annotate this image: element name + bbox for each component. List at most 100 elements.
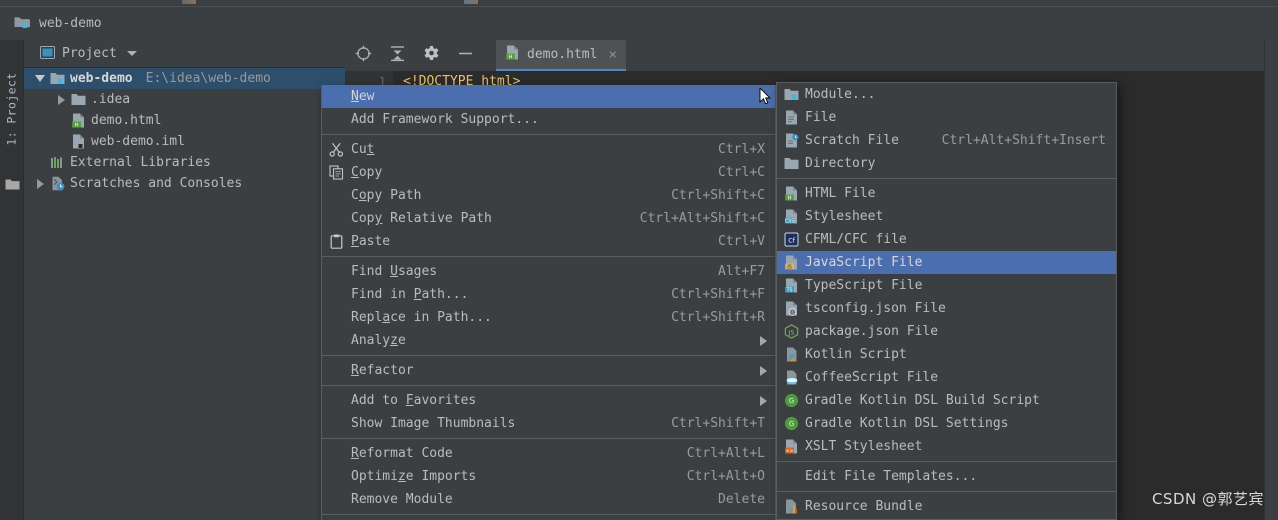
menu-item-shortcut: Ctrl+Shift+F bbox=[671, 287, 765, 302]
context-menu[interactable]: New Add Framework Support... Cut Ctrl+X Copy… bbox=[321, 85, 776, 520]
menu-item-add-to-favorites[interactable]: Add to Favorites bbox=[322, 389, 775, 412]
menu-item-label: Refactor bbox=[351, 363, 414, 378]
svg-text:CSS: CSS bbox=[784, 218, 793, 224]
menu-item-optimize-imports[interactable]: Optimize Imports Ctrl+Alt+O bbox=[322, 465, 775, 488]
settings-gear-icon[interactable] bbox=[423, 45, 440, 66]
module-folder-icon bbox=[14, 14, 31, 33]
tree-row[interactable]: External Libraries bbox=[24, 152, 345, 173]
folder-icon bbox=[69, 92, 87, 107]
folder-icon[interactable] bbox=[5, 176, 20, 190]
iml-file-icon bbox=[69, 134, 87, 149]
menu-item-label: TypeScript File bbox=[805, 278, 923, 293]
libraries-icon bbox=[48, 155, 66, 170]
menu-item-javascript-file[interactable]: JS JavaScript File bbox=[777, 251, 1116, 274]
menu-item-coffeescript-file[interactable]: CoffeeScript File bbox=[777, 366, 1116, 389]
tree-row-label: .idea bbox=[91, 92, 131, 107]
project-tree[interactable]: web-demo E:\idea\web-demo .idea Hdemo.html w… bbox=[24, 68, 345, 194]
menu-item-remove-module[interactable]: Remove Module Delete bbox=[322, 488, 775, 511]
menu-item-file[interactable]: File bbox=[777, 106, 1116, 129]
menu-item-new[interactable]: New bbox=[322, 85, 775, 108]
cut-scissors-icon bbox=[322, 142, 351, 157]
html-file-icon: H bbox=[69, 113, 87, 128]
menu-separator bbox=[322, 514, 775, 515]
svg-text:Cf: Cf bbox=[788, 238, 795, 245]
menu-item-paste[interactable]: Paste Ctrl+V bbox=[322, 230, 775, 253]
menu-item-xslt-stylesheet[interactable]: <> XSLT Stylesheet bbox=[777, 435, 1116, 458]
tree-row[interactable]: web-demo E:\idea\web-demo bbox=[24, 68, 345, 89]
menu-item-gradle-kotlin-dsl-settings[interactable]: G Gradle Kotlin DSL Settings bbox=[777, 412, 1116, 435]
menu-item-find-in-path[interactable]: Find in Path... Ctrl+Shift+F bbox=[322, 283, 775, 306]
svg-text:G: G bbox=[788, 420, 793, 428]
tree-row[interactable]: .idea bbox=[24, 89, 345, 110]
editor-right-margin bbox=[1264, 40, 1278, 520]
menu-item-label: Find in Path... bbox=[351, 287, 469, 302]
js-file-icon: JS bbox=[777, 255, 805, 270]
menu-item-copy-relative-path[interactable]: Copy Relative Path Ctrl+Alt+Shift+C bbox=[322, 207, 775, 230]
menu-item-kotlin-script[interactable]: Kotlin Script bbox=[777, 343, 1116, 366]
menu-item-scratch-file[interactable]: Scratch File Ctrl+Alt+Shift+Insert bbox=[777, 129, 1116, 152]
menu-item-module[interactable]: Module... bbox=[777, 83, 1116, 106]
locate-icon[interactable] bbox=[355, 45, 372, 66]
svg-text:TS: TS bbox=[785, 287, 792, 293]
close-icon[interactable]: × bbox=[608, 47, 616, 63]
menu-item-edit-file-templates[interactable]: Edit File Templates... bbox=[777, 465, 1116, 488]
chevron-right-icon[interactable] bbox=[32, 178, 48, 189]
editor-tab-demo-html[interactable]: H demo.html × bbox=[496, 40, 626, 71]
menu-item-html-file[interactable]: H HTML File bbox=[777, 182, 1116, 205]
tree-row[interactable]: web-demo.iml bbox=[24, 131, 345, 152]
menu-item-label: package.json File bbox=[805, 324, 939, 339]
menu-item-stylesheet[interactable]: CSS Stylesheet bbox=[777, 205, 1116, 228]
project-panel-header[interactable]: Project bbox=[24, 40, 345, 68]
menu-item-refactor[interactable]: Refactor bbox=[322, 359, 775, 382]
main-menu-bar[interactable] bbox=[0, 0, 1278, 7]
menu-item-cut[interactable]: Cut Ctrl+X bbox=[322, 138, 775, 161]
menu-item-label: Add to Favorites bbox=[351, 393, 477, 408]
menu-item-replace-in-path[interactable]: Replace in Path... Ctrl+Shift+R bbox=[322, 306, 775, 329]
menu-item-package-json-file[interactable]: JS package.json File bbox=[777, 320, 1116, 343]
cfml-file-icon: Cf bbox=[777, 232, 805, 247]
menu-item-resource-bundle[interactable]: Resource Bundle bbox=[777, 495, 1116, 518]
chevron-right-icon[interactable] bbox=[53, 94, 69, 105]
menu-item-label: Stylesheet bbox=[805, 209, 884, 224]
svg-text:H: H bbox=[74, 122, 78, 128]
menu-item-typescript-file[interactable]: TS TypeScript File bbox=[777, 274, 1116, 297]
chevron-down-icon[interactable] bbox=[126, 51, 137, 56]
menu-item-directory[interactable]: Directory bbox=[777, 152, 1116, 175]
chevron-down-icon[interactable] bbox=[32, 75, 48, 82]
menu-item-reformat-code[interactable]: Reformat Code Ctrl+Alt+L bbox=[322, 442, 775, 465]
menu-item-shortcut: Ctrl+X bbox=[718, 142, 765, 157]
new-submenu[interactable]: Module... File Scratch File Ctrl+Alt+Shift+… bbox=[776, 82, 1117, 520]
svg-text:H: H bbox=[509, 54, 513, 60]
coffeescript-file-icon bbox=[777, 370, 805, 385]
menu-item-analyze[interactable]: Analyze bbox=[322, 329, 775, 352]
tree-row[interactable]: Hdemo.html bbox=[24, 110, 345, 131]
menu-item-copy[interactable]: Copy Ctrl+C bbox=[322, 161, 775, 184]
menu-item-add-framework-support[interactable]: Add Framework Support... bbox=[322, 108, 775, 131]
menu-item-label: Copy bbox=[351, 165, 383, 180]
menu-bar-remnant-right bbox=[464, 0, 478, 4]
project-tool-tab-label: 1: Project bbox=[5, 72, 19, 146]
svg-text:{}: {} bbox=[789, 310, 795, 316]
menu-item-label: Paste bbox=[351, 234, 391, 249]
svg-text:JS: JS bbox=[787, 329, 794, 336]
menu-item-shortcut: Ctrl+Shift+R bbox=[671, 310, 765, 325]
watermark: CSDN @郭艺宾 bbox=[1151, 490, 1264, 508]
nodejs-file-icon: JS bbox=[777, 324, 805, 339]
sidebar-item-project[interactable]: 1: Project bbox=[0, 48, 24, 170]
menu-item-show-image-thumbnails[interactable]: Show Image Thumbnails Ctrl+Shift+T bbox=[322, 412, 775, 435]
scrollbar-track[interactable] bbox=[1264, 40, 1278, 520]
menu-item-label: Find Usages bbox=[351, 264, 438, 279]
menu-item-label: Kotlin Script bbox=[805, 347, 907, 362]
menu-item-cfml-cfc-file[interactable]: Cf CFML/CFC file bbox=[777, 228, 1116, 251]
editor-tab-label: demo.html bbox=[527, 47, 598, 62]
menu-item-label: Remove Module bbox=[351, 492, 453, 507]
menu-item-gradle-kotlin-dsl-build-script[interactable]: G Gradle Kotlin DSL Build Script bbox=[777, 389, 1116, 412]
menu-item-label: CoffeeScript File bbox=[805, 370, 939, 385]
hide-icon[interactable] bbox=[457, 45, 474, 66]
menu-item-find-usages[interactable]: Find Usages Alt+F7 bbox=[322, 260, 775, 283]
breadcrumb-project-name: web-demo bbox=[39, 16, 102, 31]
collapse-all-icon[interactable] bbox=[389, 45, 406, 66]
menu-item-copy-path[interactable]: Copy Path Ctrl+Shift+C bbox=[322, 184, 775, 207]
menu-item-tsconfig-json-file[interactable]: {} tsconfig.json File bbox=[777, 297, 1116, 320]
tree-row[interactable]: Scratches and Consoles bbox=[24, 173, 345, 194]
